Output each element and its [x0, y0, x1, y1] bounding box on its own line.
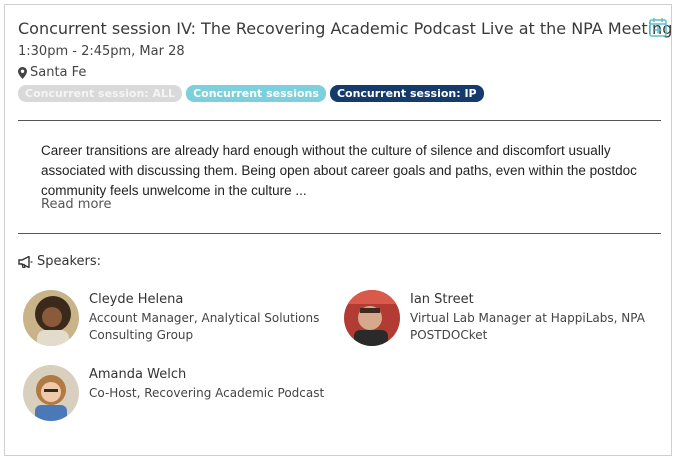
divider: [18, 120, 661, 121]
tag-concurrent-session-ip[interactable]: Concurrent session: IP: [329, 85, 484, 102]
session-tags: Concurrent session: ALL Concurrent sessi…: [18, 85, 484, 102]
speaker-name[interactable]: Amanda Welch: [89, 367, 329, 382]
session-card: Concurrent session IV: The Recovering Ac…: [4, 4, 672, 456]
speaker-card[interactable]: Amanda Welch Co-Host, Recovering Academi…: [23, 365, 329, 421]
speaker-role: Account Manager, Analytical Solutions Co…: [89, 311, 320, 342]
speakers-heading-label: Speakers:: [37, 254, 102, 269]
avatar[interactable]: [23, 365, 79, 421]
session-title[interactable]: Concurrent session IV: The Recovering Ac…: [18, 19, 672, 38]
speakers-heading: Speakers:: [18, 254, 101, 269]
avatar[interactable]: [23, 290, 79, 346]
read-more-link[interactable]: Read more: [41, 197, 111, 212]
map-marker-icon: [18, 66, 27, 79]
tag-concurrent-session-all[interactable]: Concurrent session: ALL: [18, 85, 183, 102]
bullhorn-icon: [18, 255, 33, 268]
session-time: 1:30pm - 2:45pm, Mar 28: [18, 44, 185, 59]
speaker-card[interactable]: Ian Street Virtual Lab Manager at HappiL…: [344, 290, 650, 346]
avatar[interactable]: [344, 290, 400, 346]
calendar-add-icon[interactable]: [649, 17, 667, 37]
speaker-role: Virtual Lab Manager at HappiLabs, NPA PO…: [410, 311, 645, 342]
speaker-name[interactable]: Cleyde Helena: [89, 292, 329, 307]
location-label: Santa Fe: [30, 65, 87, 80]
speaker-name[interactable]: Ian Street: [410, 292, 650, 307]
session-description: Career transitions are already hard enou…: [41, 143, 637, 198]
session-location: Santa Fe: [18, 65, 86, 80]
divider: [18, 233, 661, 234]
tag-concurrent-sessions[interactable]: Concurrent sessions: [186, 85, 326, 102]
speaker-role: Co-Host, Recovering Academic Podcast: [89, 386, 325, 400]
speaker-card[interactable]: Cleyde Helena Account Manager, Analytica…: [23, 290, 329, 346]
